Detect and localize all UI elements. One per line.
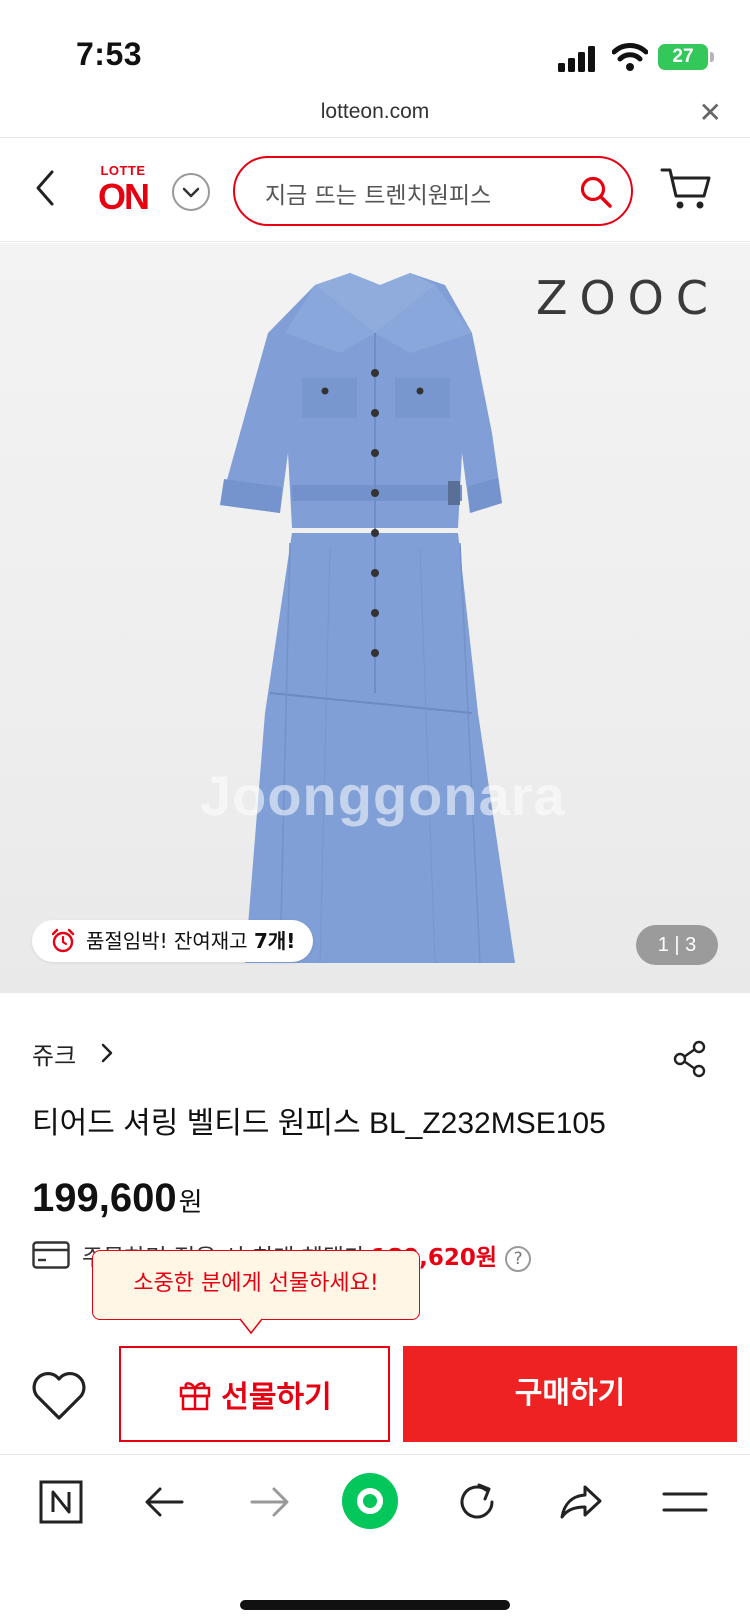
brand-link[interactable]: 쥬크 xyxy=(32,1036,114,1071)
brand-watermark: ZOOC xyxy=(535,271,720,325)
lotte-on-logo[interactable]: LOTTE ON xyxy=(92,164,154,218)
buy-button[interactable]: 구매하기 xyxy=(403,1346,737,1442)
gift-button-label: 선물하기 xyxy=(221,1380,332,1415)
cellular-signal-icon xyxy=(558,46,595,72)
dress-image xyxy=(220,273,515,964)
battery-indicator: 27 xyxy=(658,44,708,70)
search-icon[interactable] xyxy=(579,175,613,209)
joonggonara-watermark: Joonggonara xyxy=(200,764,566,827)
site-header: LOTTE ON 지금 뜨는 트렌치원피스 xyxy=(0,140,750,242)
gift-tooltip: 소중한 분에게 선물하세요! xyxy=(92,1250,420,1320)
brand-name: 쥬크 xyxy=(32,1042,77,1070)
back-arrow-icon[interactable] xyxy=(140,1477,190,1527)
logo-main-text: ON xyxy=(98,176,150,217)
url-bar: lotteon.com ✕ xyxy=(0,96,750,138)
home-indicator xyxy=(240,1600,510,1610)
browser-toolbar xyxy=(0,1454,750,1570)
heart-icon[interactable] xyxy=(30,1368,88,1422)
refresh-icon[interactable] xyxy=(452,1477,502,1527)
close-icon[interactable]: ✕ xyxy=(699,96,722,129)
stock-badge-text: 품절임박! 잔여재고 xyxy=(86,929,254,953)
url-domain[interactable]: lotteon.com xyxy=(0,100,750,124)
stock-count: 7개! xyxy=(253,929,296,953)
share-icon[interactable] xyxy=(672,1040,708,1078)
wifi-icon xyxy=(612,43,648,71)
green-dot-icon[interactable] xyxy=(340,1471,400,1531)
price-unit: 원 xyxy=(178,1188,203,1218)
gift-button[interactable]: 선물하기 xyxy=(119,1346,390,1442)
alarm-clock-icon xyxy=(51,928,75,953)
product-image-carousel[interactable]: ZOOC Joonggonara 품절임박! 잔여재고 7개! 1 | 3 xyxy=(0,243,750,993)
credit-card-icon xyxy=(32,1241,70,1269)
product-price: 199,600 xyxy=(32,1176,177,1220)
status-time: 7:53 xyxy=(76,36,143,72)
chevron-down-icon xyxy=(182,187,200,198)
naver-n-icon[interactable] xyxy=(36,1477,86,1527)
tooltip-tail xyxy=(240,1317,262,1335)
stock-badge: 품절임박! 잔여재고 7개! xyxy=(32,920,314,962)
battery-cap xyxy=(710,52,714,62)
chevron-right-icon xyxy=(101,1043,113,1063)
search-placeholder: 지금 뜨는 트렌치원피스 xyxy=(265,183,492,209)
mall-dropdown-button[interactable] xyxy=(172,173,210,211)
help-icon[interactable]: ? xyxy=(505,1246,532,1272)
cart-icon[interactable] xyxy=(660,164,712,212)
share-arrow-icon[interactable] xyxy=(556,1477,606,1527)
gift-icon xyxy=(180,1382,211,1411)
product-title: 티어드 셔링 벨티드 원피스 BL_Z232MSE105 xyxy=(32,1107,606,1140)
back-chevron-icon[interactable] xyxy=(30,166,62,210)
status-bar: 7:53 27 xyxy=(0,0,750,100)
image-page-indicator: 1 | 3 xyxy=(636,925,718,965)
menu-icon[interactable] xyxy=(660,1477,710,1527)
price-row: 199,600원 xyxy=(32,1176,203,1221)
search-input[interactable]: 지금 뜨는 트렌치원피스 xyxy=(233,156,633,226)
forward-arrow-icon[interactable] xyxy=(244,1477,294,1527)
